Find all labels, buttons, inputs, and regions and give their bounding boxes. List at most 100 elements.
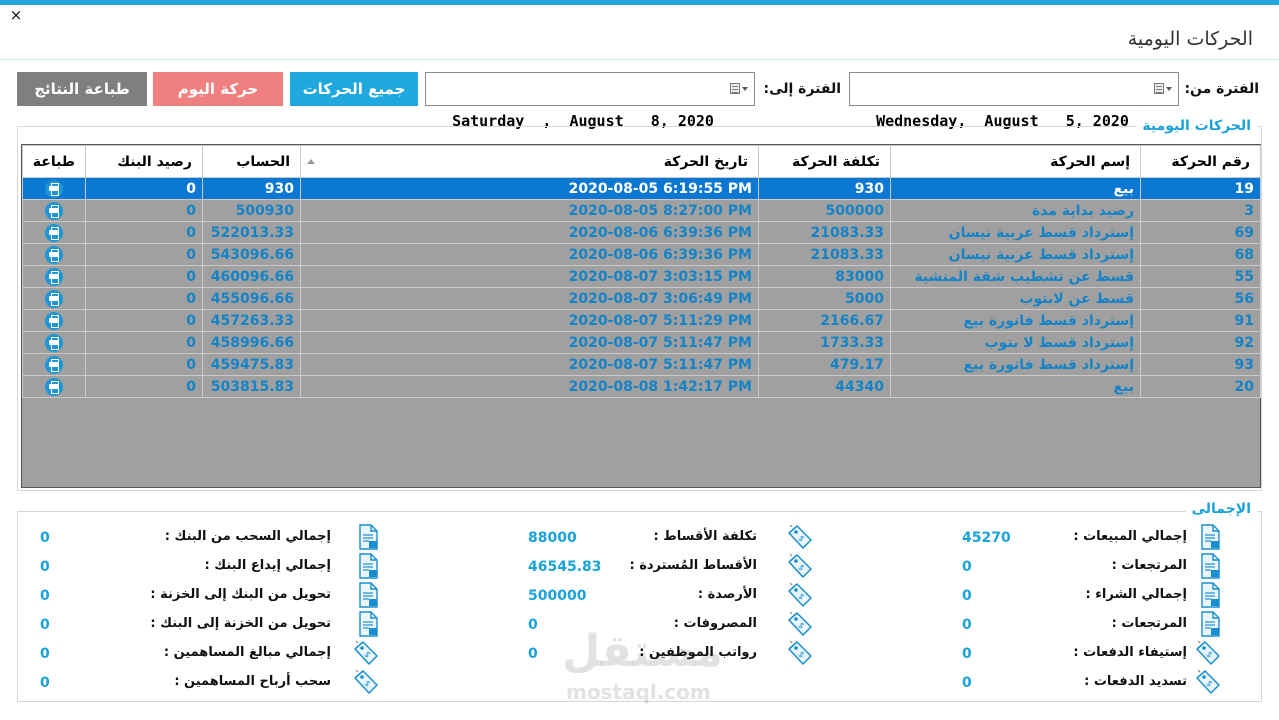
cell-bank[interactable]: 0 [85, 287, 203, 310]
column-header-bank[interactable]: رصيد البنك [85, 145, 203, 178]
cell-account[interactable]: 458996.66 [202, 331, 301, 354]
cell-date[interactable]: 2020-08-07 3:03:15 PM [300, 265, 759, 288]
cell-cost[interactable]: 5000 [758, 287, 891, 310]
cell-print[interactable] [22, 265, 86, 288]
cell-cost[interactable]: 500000 [758, 199, 891, 222]
cell-print[interactable] [22, 221, 86, 244]
cell-cost[interactable]: 930 [758, 177, 891, 200]
cell-cost[interactable]: 1733.33 [758, 331, 891, 354]
cell-id[interactable]: 69 [1140, 221, 1261, 244]
cell-print[interactable] [22, 309, 86, 332]
cell-name[interactable]: قسط عن تشطيب شقة المنشية [890, 265, 1141, 288]
column-header-name[interactable]: إسم الحركة [890, 145, 1141, 178]
cell-name[interactable]: قسط عن لابتوب [890, 287, 1141, 310]
cell-date[interactable]: 2020-08-05 6:19:55 PM [300, 177, 759, 200]
cell-account[interactable]: 460096.66 [202, 265, 301, 288]
movements-grid[interactable]: رقم الحركة إسم الحركة تكلفة الحركة تاريخ… [21, 144, 1261, 488]
cell-id[interactable]: 20 [1140, 375, 1261, 398]
cell-account[interactable]: 522013.33 [202, 221, 301, 244]
printer-icon[interactable] [45, 311, 63, 330]
table-row[interactable]: 92 إسترداد قسط لا بتوب 1733.33 2020-08-07 5… [22, 331, 1261, 354]
cell-id[interactable]: 93 [1140, 353, 1261, 376]
cell-print[interactable] [22, 287, 86, 310]
table-row[interactable]: 19 بيع 930 2020-08-05 6:19:55 PM 930 0 [22, 177, 1261, 200]
cell-cost[interactable]: 479.17 [758, 353, 891, 376]
cell-name[interactable]: إسترداد قسط عربية نيسان [890, 243, 1141, 266]
cell-cost[interactable]: 2166.67 [758, 309, 891, 332]
table-row[interactable]: 3 رصيد بداية مدة 500000 2020-08-05 8:27:00 … [22, 199, 1261, 222]
cell-bank[interactable]: 0 [85, 375, 203, 398]
cell-cost[interactable]: 83000 [758, 265, 891, 288]
cell-account[interactable]: 455096.66 [202, 287, 301, 310]
cell-bank[interactable]: 0 [85, 309, 203, 332]
column-header-id[interactable]: رقم الحركة [1140, 145, 1261, 178]
cell-print[interactable] [22, 331, 86, 354]
cell-date[interactable]: 2020-08-06 6:39:36 PM [300, 221, 759, 244]
cell-bank[interactable]: 0 [85, 221, 203, 244]
cell-bank[interactable]: 0 [85, 243, 203, 266]
cell-print[interactable] [22, 353, 86, 376]
printer-icon[interactable] [45, 289, 63, 308]
cell-account[interactable]: 503815.83 [202, 375, 301, 398]
cell-bank[interactable]: 0 [85, 199, 203, 222]
cell-print[interactable] [22, 243, 86, 266]
cell-print[interactable] [22, 177, 86, 200]
table-row[interactable]: 69 إسترداد قسط عربية نيسان 21083.33 2020-08… [22, 221, 1261, 244]
today-movements-button[interactable]: حركة اليوم [153, 72, 283, 106]
cell-print[interactable] [22, 375, 86, 398]
table-row[interactable]: 91 إسترداد قسط فاتورة بيع 2166.67 2020-08-0… [22, 309, 1261, 332]
cell-print[interactable] [22, 199, 86, 222]
cell-name[interactable]: إسترداد قسط لا بتوب [890, 331, 1141, 354]
printer-icon[interactable] [45, 267, 63, 286]
cell-date[interactable]: 2020-08-07 5:11:47 PM [300, 353, 759, 376]
cell-bank[interactable]: 0 [85, 177, 203, 200]
cell-date[interactable]: 2020-08-07 3:06:49 PM [300, 287, 759, 310]
cell-account[interactable]: 500930 [202, 199, 301, 222]
cell-bank[interactable]: 0 [85, 331, 203, 354]
cell-name[interactable]: إسترداد قسط فاتورة بيع [890, 309, 1141, 332]
cell-date[interactable]: 2020-08-08 1:42:17 PM [300, 375, 759, 398]
cell-id[interactable]: 92 [1140, 331, 1261, 354]
all-movements-button[interactable]: جميع الحركات [290, 72, 418, 106]
table-row[interactable]: 68 إسترداد قسط عربية نيسان 21083.33 2020-08… [22, 243, 1261, 266]
cell-id[interactable]: 91 [1140, 309, 1261, 332]
cell-account[interactable]: 457263.33 [202, 309, 301, 332]
column-header-cost[interactable]: تكلفة الحركة [758, 145, 891, 178]
cell-account[interactable]: 543096.66 [202, 243, 301, 266]
cell-bank[interactable]: 0 [85, 265, 203, 288]
column-header-print[interactable]: طباعة [22, 145, 86, 178]
table-row[interactable]: 20 بيع 44340 2020-08-08 1:42:17 PM 503815.83… [22, 375, 1261, 398]
printer-icon[interactable] [45, 355, 63, 374]
cell-bank[interactable]: 0 [85, 353, 203, 376]
printer-icon[interactable] [45, 201, 63, 220]
table-row[interactable]: 56 قسط عن لابتوب 5000 2020-08-07 3:06:49 PM… [22, 287, 1261, 310]
print-results-button[interactable]: طباعة النتائج [17, 72, 147, 106]
cell-id[interactable]: 55 [1140, 265, 1261, 288]
cell-name[interactable]: بيع [890, 375, 1141, 398]
table-row[interactable]: 93 إسترداد قسط فاتورة بيع 479.17 2020-08-07… [22, 353, 1261, 376]
cell-name[interactable]: إسترداد قسط فاتورة بيع [890, 353, 1141, 376]
cell-account[interactable]: 459475.83 [202, 353, 301, 376]
cell-date[interactable]: 2020-08-07 5:11:47 PM [300, 331, 759, 354]
cell-date[interactable]: 2020-08-07 5:11:29 PM [300, 309, 759, 332]
cell-cost[interactable]: 21083.33 [758, 221, 891, 244]
printer-icon[interactable] [45, 223, 63, 242]
cell-name[interactable]: إسترداد قسط عربية نيسان [890, 221, 1141, 244]
printer-icon[interactable] [45, 377, 63, 396]
cell-id[interactable]: 3 [1140, 199, 1261, 222]
cell-date[interactable]: 2020-08-05 8:27:00 PM [300, 199, 759, 222]
calendar-dropdown-icon[interactable] [730, 82, 748, 96]
cell-id[interactable]: 56 [1140, 287, 1261, 310]
printer-icon[interactable] [45, 333, 63, 352]
column-header-account[interactable]: الحساب [202, 145, 301, 178]
close-icon[interactable]: × [8, 6, 24, 24]
cell-id[interactable]: 68 [1140, 243, 1261, 266]
printer-icon[interactable] [45, 245, 63, 264]
column-header-date[interactable]: تاريخ الحركة [300, 145, 759, 178]
cell-cost[interactable]: 44340 [758, 375, 891, 398]
cell-id[interactable]: 19 [1140, 177, 1261, 200]
from-date-picker[interactable]: Wednesday, August 5, 2020 [849, 72, 1179, 130]
cell-account[interactable]: 930 [202, 177, 301, 200]
cell-date[interactable]: 2020-08-06 6:39:36 PM [300, 243, 759, 266]
printer-icon[interactable] [45, 179, 63, 198]
